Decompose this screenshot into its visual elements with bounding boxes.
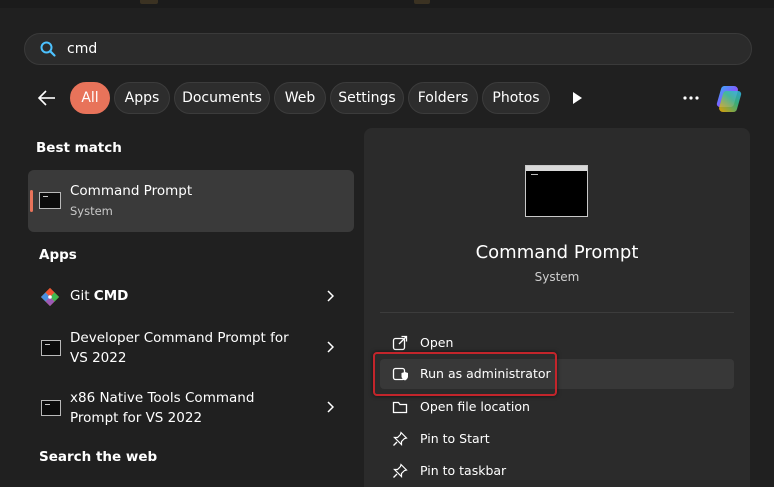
best-match-heading: Best match xyxy=(36,140,122,156)
pin-icon xyxy=(393,463,408,478)
arrow-left-icon xyxy=(37,90,55,106)
action-pin-to-taskbar[interactable]: Pin to taskbar xyxy=(380,456,734,486)
chip-all[interactable]: All xyxy=(70,82,110,114)
play-icon[interactable] xyxy=(570,90,584,106)
list-item-label: Git CMD xyxy=(70,288,129,304)
action-pin-to-start[interactable]: Pin to Start xyxy=(380,424,734,454)
best-match-command-prompt[interactable]: Command Prompt System xyxy=(28,170,354,232)
list-item-x86-native-tools[interactable]: x86 Native Tools Command Prompt for VS 2… xyxy=(28,386,354,430)
pin-icon xyxy=(393,431,408,446)
more-dots-icon xyxy=(683,96,699,100)
action-label: Pin to taskbar xyxy=(420,463,507,478)
copilot-icon[interactable] xyxy=(714,82,746,114)
open-external-icon xyxy=(392,335,408,351)
command-prompt-large-icon xyxy=(525,165,588,217)
background-window-strip xyxy=(0,0,774,8)
preview-pane: Command Prompt System Open Run as admini… xyxy=(364,128,750,487)
list-item-label-line1: Developer Command Prompt for xyxy=(70,330,289,346)
chevron-right-icon[interactable] xyxy=(326,401,334,413)
git-icon xyxy=(41,288,59,306)
search-icon xyxy=(40,41,56,57)
filter-bar: All Apps Documents Web Settings Folders … xyxy=(0,82,774,114)
back-button[interactable] xyxy=(36,88,58,108)
chip-documents[interactable]: Documents xyxy=(174,82,270,114)
search-input[interactable]: cmd xyxy=(67,41,97,57)
list-item-label-line2: VS 2022 xyxy=(70,350,127,366)
prompt-cursor xyxy=(531,174,538,175)
list-item-developer-command-prompt[interactable]: Developer Command Prompt for VS 2022 xyxy=(28,326,354,370)
command-prompt-icon xyxy=(41,400,61,416)
action-label: Open file location xyxy=(420,399,530,414)
preview-subtitle: System xyxy=(534,270,580,284)
action-label: Open xyxy=(420,335,454,350)
folder-icon xyxy=(414,0,430,4)
window-titlebar xyxy=(526,166,587,171)
action-label: Pin to Start xyxy=(420,431,490,446)
preview-title: Command Prompt xyxy=(475,242,639,263)
chip-apps[interactable]: Apps xyxy=(114,82,170,114)
divider xyxy=(380,312,734,313)
chip-folders[interactable]: Folders xyxy=(408,82,478,114)
chip-settings[interactable]: Settings xyxy=(330,82,404,114)
best-match-title: Command Prompt xyxy=(70,183,193,199)
chevron-right-icon[interactable] xyxy=(326,341,334,353)
chip-web[interactable]: Web xyxy=(274,82,326,114)
list-item-label-line2: Prompt for VS 2022 xyxy=(70,410,203,426)
folder-icon xyxy=(140,0,158,4)
action-open-file-location[interactable]: Open file location xyxy=(380,392,734,422)
list-item-label-line1: x86 Native Tools Command xyxy=(70,390,255,406)
folder-icon xyxy=(392,401,408,414)
selection-indicator xyxy=(30,190,33,212)
command-prompt-icon xyxy=(39,192,61,209)
apps-heading: Apps xyxy=(39,247,77,263)
highlight-annotation xyxy=(373,352,557,396)
list-item-git-cmd[interactable]: Git CMD xyxy=(28,280,354,312)
command-prompt-icon xyxy=(41,340,61,356)
search-box[interactable]: cmd xyxy=(24,33,752,65)
search-the-web-heading: Search the web xyxy=(39,449,158,465)
best-match-subtitle: System xyxy=(70,204,113,218)
chip-photos[interactable]: Photos xyxy=(482,82,550,114)
chevron-right-icon[interactable] xyxy=(326,290,334,302)
more-options-button[interactable] xyxy=(680,90,702,106)
